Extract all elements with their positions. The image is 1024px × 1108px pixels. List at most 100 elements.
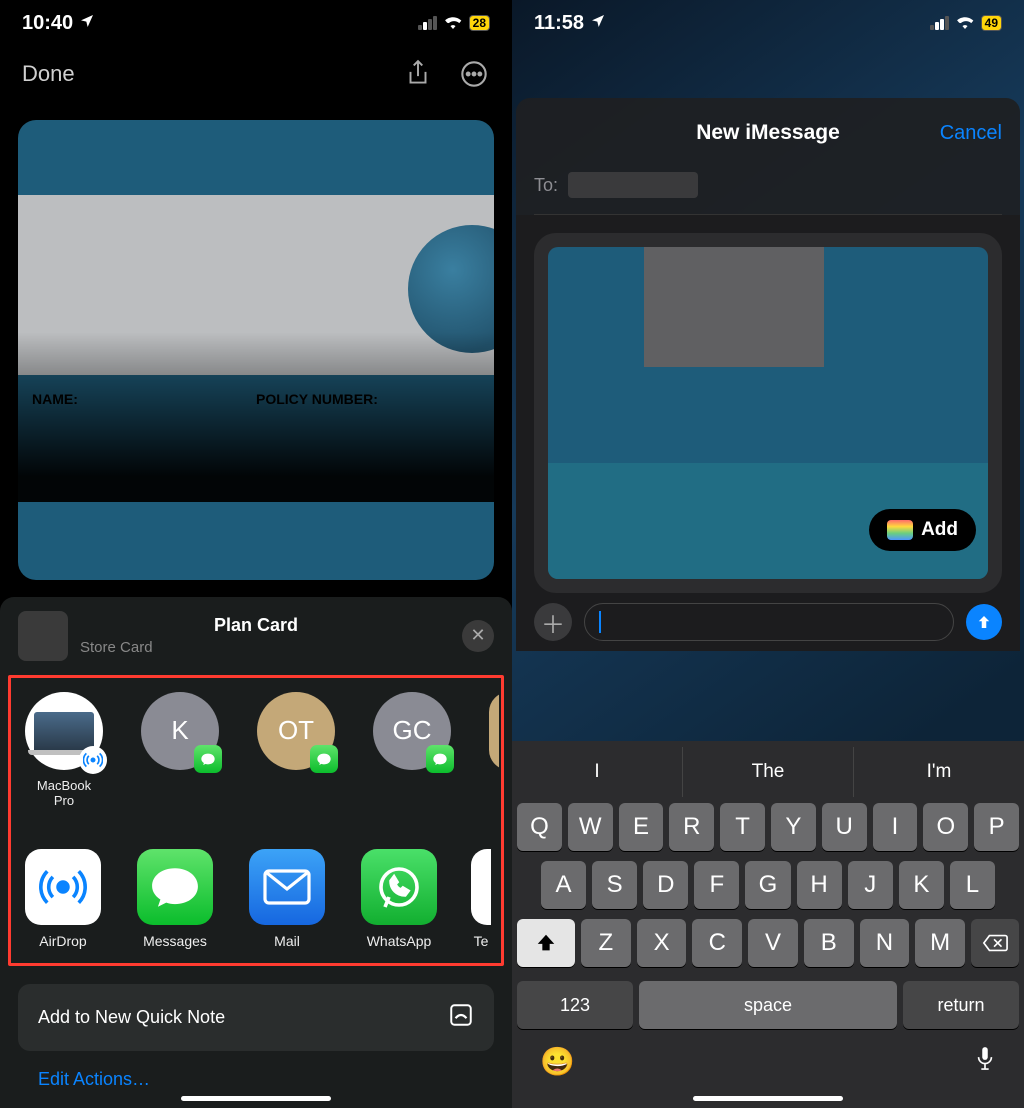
key-row-bottom: 123 space return	[512, 981, 1024, 1037]
key-l[interactable]: L	[950, 861, 995, 909]
battery-icon: 28	[469, 15, 490, 31]
more-icon[interactable]	[458, 58, 490, 90]
airdrop-badge-icon	[79, 746, 107, 774]
key-row-2: A S D F G H J K L	[517, 861, 1019, 909]
contact-partial[interactable]	[489, 692, 499, 809]
highlighted-region: MacBook Pro K OT GC	[8, 675, 504, 966]
app-partial[interactable]: Te	[473, 849, 489, 949]
plus-button[interactable]: ＋	[534, 603, 572, 641]
predictive-row: I The I'm	[512, 747, 1024, 797]
key-z[interactable]: Z	[581, 919, 631, 967]
share-sheet: Plan Card Store Card ✕ MacBook Pro K	[0, 597, 512, 1108]
send-button[interactable]	[966, 604, 1002, 640]
add-to-wallet-button[interactable]: Add	[869, 509, 976, 551]
macbook-icon	[34, 712, 94, 750]
key-d[interactable]: D	[643, 861, 688, 909]
app-messages[interactable]: Messages	[137, 849, 213, 949]
prediction[interactable]: I'm	[854, 747, 1024, 797]
return-key[interactable]: return	[903, 981, 1019, 1029]
messages-badge-icon	[310, 745, 338, 773]
key-v[interactable]: V	[748, 919, 798, 967]
key-e[interactable]: E	[619, 803, 664, 851]
key-row-1: Q W E R T Y U I O P	[517, 803, 1019, 851]
emoji-button[interactable]: 😀	[540, 1045, 575, 1078]
airdrop-icon	[25, 849, 101, 925]
share-icon[interactable]	[402, 58, 434, 90]
key-r[interactable]: R	[669, 803, 714, 851]
sheet-title: Plan Card	[0, 615, 512, 636]
key-k[interactable]: K	[899, 861, 944, 909]
key-o[interactable]: O	[923, 803, 968, 851]
compose-title: New iMessage	[534, 121, 1002, 145]
status-bar: 10:40 28	[0, 0, 512, 46]
status-time: 11:58	[534, 12, 584, 35]
contacts-row: MacBook Pro K OT GC	[13, 686, 499, 821]
key-n[interactable]: N	[860, 919, 910, 967]
signal-icon	[418, 16, 437, 30]
numbers-key[interactable]: 123	[517, 981, 633, 1029]
key-b[interactable]: B	[804, 919, 854, 967]
app-airdrop[interactable]: AirDrop	[25, 849, 101, 949]
key-t[interactable]: T	[720, 803, 765, 851]
key-h[interactable]: H	[797, 861, 842, 909]
key-q[interactable]: Q	[517, 803, 562, 851]
dictation-button[interactable]	[974, 1045, 996, 1078]
sheet-thumbnail	[18, 611, 68, 661]
key-s[interactable]: S	[592, 861, 637, 909]
home-indicator[interactable]	[181, 1096, 331, 1101]
app-whatsapp[interactable]: WhatsApp	[361, 849, 437, 949]
edit-actions-link[interactable]: Edit Actions…	[18, 1051, 494, 1090]
right-screenshot: 11:58 49 New iMessage Cancel	[512, 0, 1024, 1108]
key-u[interactable]: U	[822, 803, 867, 851]
key-i[interactable]: I	[873, 803, 918, 851]
contact-macbook[interactable]: MacBook Pro	[25, 692, 103, 809]
backspace-key[interactable]	[971, 919, 1019, 967]
add-quick-note-button[interactable]: Add to New Quick Note	[18, 984, 494, 1051]
card-preview: NAME: POLICY NUMBER:	[0, 102, 512, 502]
mail-icon	[249, 849, 325, 925]
app-mail[interactable]: Mail	[249, 849, 325, 949]
contact-label: MacBook Pro	[37, 778, 91, 809]
key-c[interactable]: C	[692, 919, 742, 967]
message-input[interactable]	[584, 603, 954, 641]
prediction[interactable]: The	[683, 747, 854, 797]
to-label: To:	[534, 175, 558, 196]
attachment-preview: Add	[534, 233, 1002, 593]
key-x[interactable]: X	[637, 919, 687, 967]
top-nav: Done	[0, 46, 512, 102]
key-m[interactable]: M	[915, 919, 965, 967]
prediction[interactable]: I	[512, 747, 683, 797]
key-f[interactable]: F	[694, 861, 739, 909]
space-key[interactable]: space	[639, 981, 897, 1029]
keyboard: I The I'm Q W E R T Y U I O P A S D F	[512, 741, 1024, 1108]
status-bar: 11:58 49	[512, 0, 1024, 46]
key-a[interactable]: A	[541, 861, 586, 909]
messages-icon	[137, 849, 213, 925]
message-header: New iMessage Cancel To:	[516, 98, 1020, 215]
contact-gc[interactable]: GC	[373, 692, 451, 809]
key-g[interactable]: G	[745, 861, 790, 909]
contact-k[interactable]: K	[141, 692, 219, 809]
close-button[interactable]: ✕	[462, 620, 494, 652]
shift-key[interactable]	[517, 919, 575, 967]
home-indicator[interactable]	[693, 1096, 843, 1101]
key-y[interactable]: Y	[771, 803, 816, 851]
contact-ot[interactable]: OT	[257, 692, 335, 809]
battery-icon: 49	[981, 15, 1002, 31]
key-w[interactable]: W	[568, 803, 613, 851]
card-name-label: NAME:	[32, 391, 256, 407]
key-j[interactable]: J	[848, 861, 893, 909]
messages-badge-icon	[426, 745, 454, 773]
key-row-3: Z X C V B N M	[517, 919, 1019, 967]
location-icon	[79, 12, 95, 35]
to-field[interactable]	[568, 172, 698, 198]
message-body: Add ＋	[516, 215, 1020, 651]
sheet-subtitle: Store Card	[80, 639, 450, 656]
signal-icon	[930, 16, 949, 30]
status-time: 10:40	[22, 12, 73, 35]
whatsapp-icon	[361, 849, 437, 925]
wallet-icon	[887, 520, 913, 540]
cancel-button[interactable]: Cancel	[940, 122, 1002, 145]
key-p[interactable]: P	[974, 803, 1019, 851]
done-button[interactable]: Done	[22, 61, 75, 87]
